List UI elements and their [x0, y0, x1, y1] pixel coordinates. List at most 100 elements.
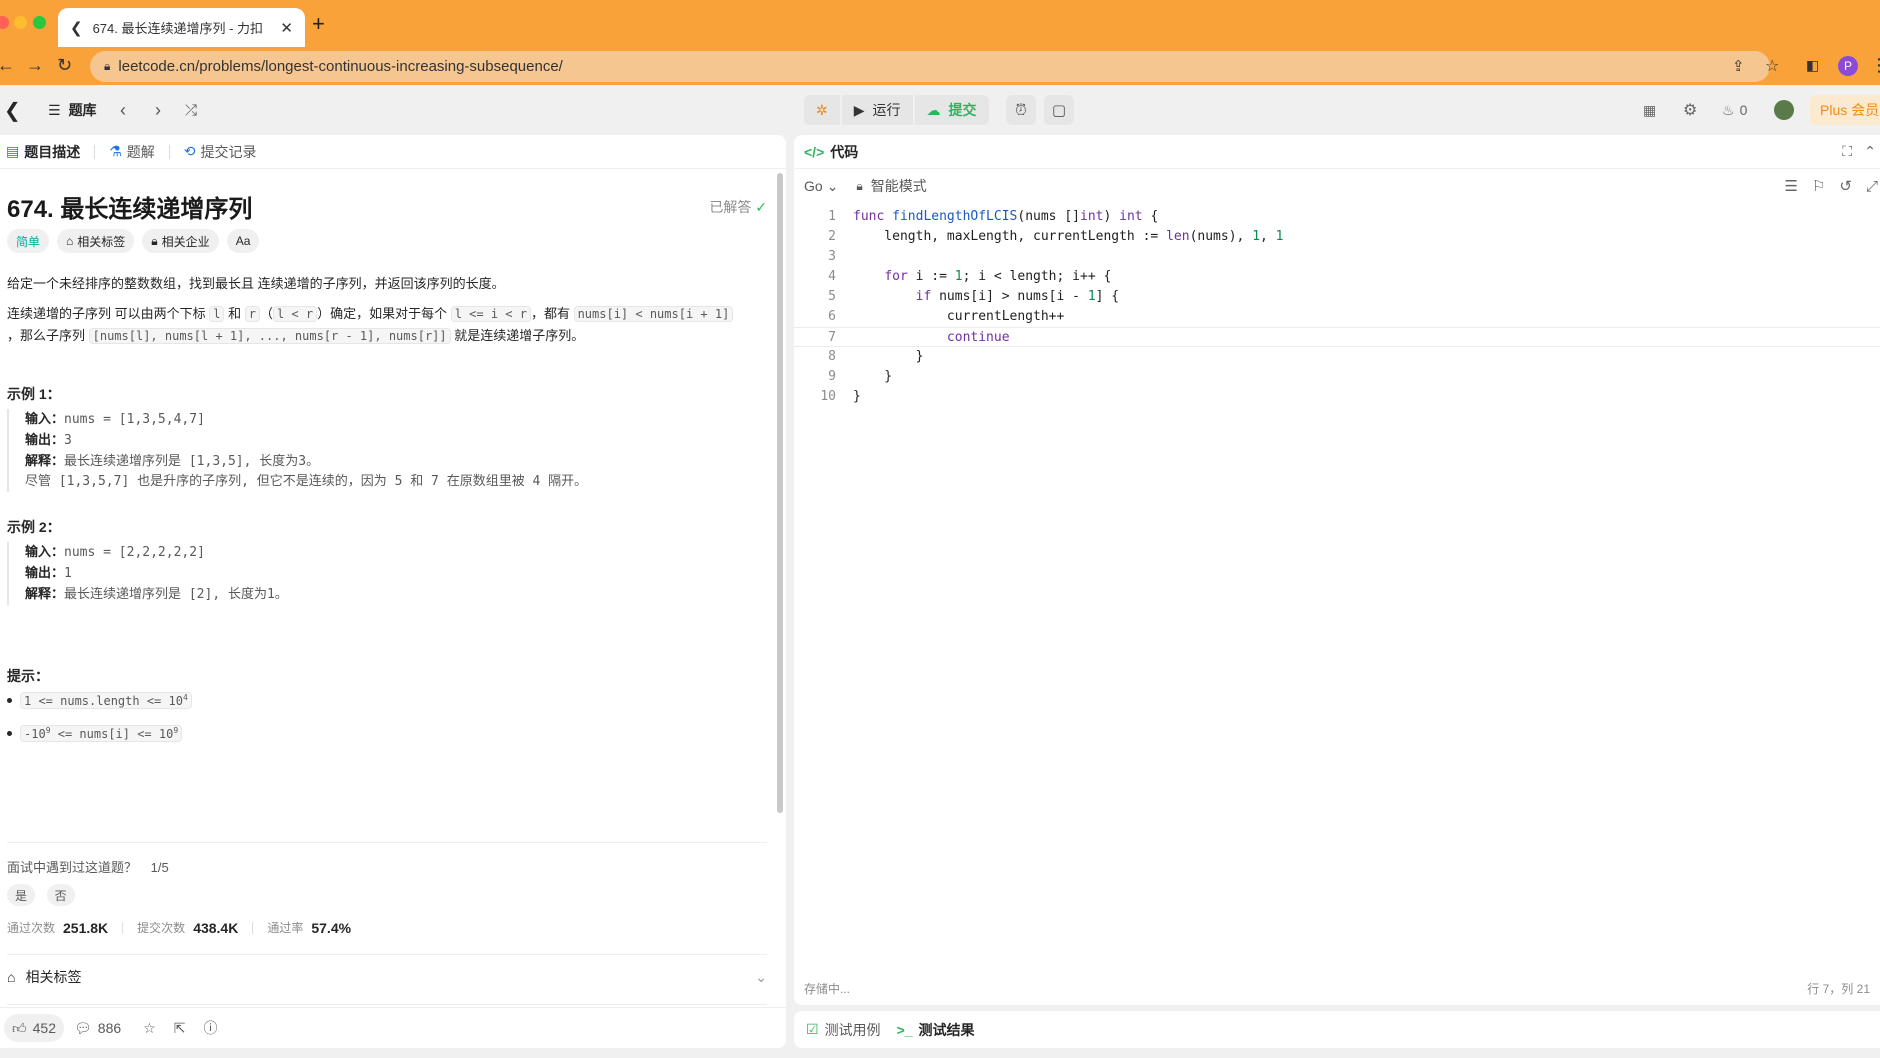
- chevron-down-icon: ⌄: [755, 968, 767, 985]
- url-omnibox[interactable]: 🔒︎ leetcode.cn/problems/longest-continuo…: [90, 51, 1770, 82]
- code-line[interactable]: 5 if nums[i] > nums[i - 1] {: [794, 287, 1880, 307]
- problem-list-button[interactable]: ☰ 题库: [48, 85, 97, 135]
- reload-icon[interactable]: ↻: [57, 55, 72, 76]
- tab-description[interactable]: ▤ 题目描述: [6, 142, 80, 162]
- description-scrollbar[interactable]: [777, 173, 783, 813]
- related-tags-title: 相关标签: [25, 969, 82, 985]
- lock-icon: 🔒︎: [104, 59, 111, 73]
- bookmark-icon[interactable]: ⚐: [1812, 177, 1825, 195]
- input-label: 输入：: [25, 544, 65, 559]
- minimize-window-button[interactable]: [14, 16, 27, 29]
- new-tab-button[interactable]: +: [312, 12, 325, 36]
- fire-icon: ♨: [1722, 101, 1735, 118]
- help-icon[interactable]: ⓘ: [203, 1018, 217, 1038]
- checkbox-icon: ☑: [806, 1021, 819, 1037]
- line-number: 4: [828, 269, 836, 284]
- input-value: nums = [2,2,2,2,2]: [64, 545, 205, 560]
- tab-test-result[interactable]: >_ 测试结果: [897, 1020, 975, 1040]
- browser-menu-icon[interactable]: ⋮: [1870, 55, 1880, 76]
- code-area[interactable]: 1 func findLengthOfLCIS(nums []int) int {…: [794, 207, 1880, 407]
- code-text: }: [853, 369, 893, 384]
- like-button[interactable]: 👍︎ 452: [4, 1014, 64, 1042]
- cloud-upload-icon: ☁: [926, 101, 941, 118]
- tab-solutions-label: 题解: [126, 143, 155, 160]
- inline-code: nums[i] < nums[i + 1]: [573, 306, 734, 322]
- flask-icon: ⚗: [109, 143, 122, 159]
- forward-arrow-icon[interactable]: →: [26, 55, 44, 76]
- user-avatar[interactable]: [1774, 85, 1794, 135]
- random-problem-icon[interactable]: ⤮: [185, 85, 197, 135]
- sidebar-toggle-icon[interactable]: ◧: [1806, 57, 1819, 74]
- code-line[interactable]: 6 currentLength++: [794, 307, 1880, 327]
- fullscreen-icon[interactable]: ⤢: [1866, 178, 1878, 195]
- next-problem-icon[interactable]: ›: [155, 85, 161, 135]
- tab-submissions[interactable]: ⟲ 提交记录: [184, 142, 257, 162]
- related-tags-button[interactable]: ⌂ 相关标签: [57, 229, 135, 253]
- smart-mode-label[interactable]: 智能模式: [871, 176, 927, 196]
- translate-button[interactable]: Aa: [226, 229, 260, 253]
- code-text: }: [853, 389, 861, 404]
- related-companies-button[interactable]: 🔒︎ 相关企业: [142, 229, 219, 253]
- tab-title: 674. 最长连续递增序列 - 力扣: [92, 21, 264, 36]
- back-arrow-icon[interactable]: ←: [0, 55, 15, 76]
- code-line[interactable]: 10}: [794, 387, 1880, 407]
- code-line[interactable]: 8 }: [794, 347, 1880, 367]
- no-button[interactable]: 否: [46, 884, 75, 906]
- maximize-window-button[interactable]: [33, 16, 46, 29]
- tab-divider: [94, 144, 96, 159]
- close-tab-icon[interactable]: ✕: [280, 19, 293, 37]
- tab-testcase[interactable]: ☑ 测试用例: [806, 1020, 881, 1040]
- terminal-icon: >_: [896, 1021, 913, 1038]
- document-icon: ▤: [6, 143, 20, 159]
- language-select[interactable]: Go ⌄: [804, 178, 838, 195]
- interview-question-label: 面试中遇到过这道题？: [7, 860, 138, 875]
- code-line[interactable]: 1 func findLengthOfLCIS(nums []int) int {: [794, 207, 1880, 227]
- code-line[interactable]: 3: [794, 247, 1880, 267]
- editor-header: </> 代码 ⛶ ⌃: [794, 135, 1880, 169]
- example-2-block: 输入：nums = [2,2,2,2,2] 输出：1 解释：最长连续递增序列是 …: [7, 542, 767, 605]
- code-text: func findLengthOfLCIS(nums []int) int {: [853, 209, 1159, 224]
- bullet: [7, 731, 12, 736]
- reset-icon[interactable]: ↺: [1839, 177, 1852, 195]
- accepted-label: 通过次数: [7, 921, 56, 935]
- maximize-icon[interactable]: ⛶: [1842, 143, 1852, 160]
- related-tags-accordion[interactable]: ⌂ 相关标签 ⌄: [7, 967, 767, 987]
- code-line[interactable]: 9 }: [794, 367, 1880, 387]
- lock-icon: 🔒︎: [856, 178, 863, 193]
- tab-solutions[interactable]: ⚗ 题解: [109, 142, 155, 162]
- code-line[interactable]: 4 for i := 1; i < length; i++ {: [794, 267, 1880, 287]
- layout-icon[interactable]: ▦: [1643, 85, 1656, 135]
- browser-tab[interactable]: ❮ 674. 最长连续递增序列 - 力扣 ✕: [58, 8, 305, 47]
- plus-member-button[interactable]: Plus 会员: [1810, 95, 1880, 125]
- section-divider: [7, 954, 767, 955]
- acceptance-rate-label: 通过率: [267, 921, 304, 935]
- comments-button[interactable]: 💬︎ 886: [74, 1020, 121, 1037]
- format-icon[interactable]: ☰: [1785, 177, 1798, 195]
- streak-fire-button[interactable]: ♨ 0: [1722, 85, 1747, 135]
- share-icon[interactable]: ⇪: [1732, 57, 1745, 75]
- prev-problem-icon[interactable]: ‹: [120, 85, 126, 135]
- leetcode-logo-icon[interactable]: ❮: [4, 85, 21, 135]
- list-icon: ☰: [48, 101, 61, 118]
- run-label: 运行: [872, 102, 901, 118]
- submit-button[interactable]: ☁ 提交: [914, 95, 989, 125]
- star-icon[interactable]: ☆: [143, 1020, 156, 1037]
- timer-button[interactable]: ⏰︎: [1006, 95, 1036, 125]
- line-number: 8: [828, 349, 836, 364]
- problem-stats: 通过次数 251.8K 提交次数 438.4K 通过率 57.4%: [7, 919, 365, 936]
- yes-button[interactable]: 是: [7, 884, 36, 906]
- bookmark-star-icon[interactable]: ☆: [1765, 56, 1779, 76]
- share-icon[interactable]: ⇱: [174, 1020, 186, 1037]
- settings-gear-icon[interactable]: ⚙: [1683, 85, 1697, 135]
- code-line[interactable]: 2 length, maxLength, currentLength := le…: [794, 227, 1880, 247]
- collapse-icon[interactable]: ⌃: [1864, 143, 1876, 160]
- test-panel-bar: ☑ 测试用例 >_ 测试结果: [794, 1011, 1880, 1048]
- hint-2-text: -10: [24, 727, 46, 741]
- run-button[interactable]: ▶ 运行: [841, 95, 913, 125]
- notes-button[interactable]: ▢: [1044, 95, 1074, 125]
- code-line[interactable]: 7 continue: [794, 327, 1880, 347]
- close-window-button[interactable]: [0, 16, 9, 29]
- debug-button[interactable]: ✲: [804, 95, 840, 125]
- profile-avatar[interactable]: P: [1838, 56, 1858, 76]
- solved-status: 已解答 ✓: [709, 197, 767, 217]
